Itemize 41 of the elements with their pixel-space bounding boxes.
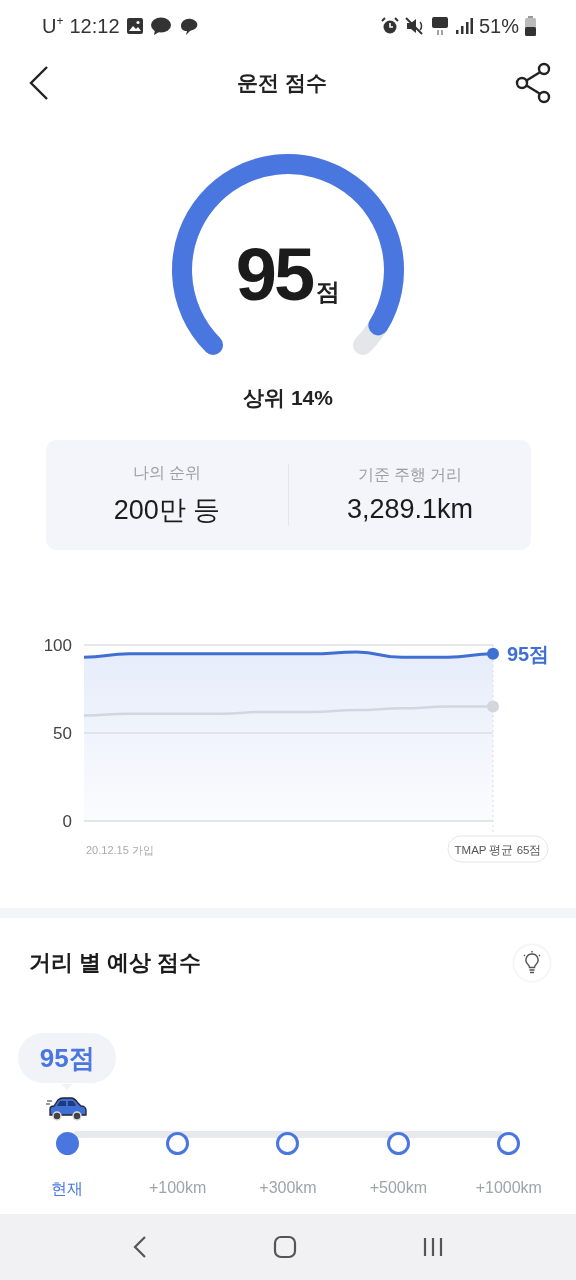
current-score-label: 95점 [507,642,550,665]
signal-icon [454,17,473,35]
distance-step[interactable] [386,1132,410,1155]
score-value: 95 [235,232,313,317]
chevron-left-icon [132,1235,149,1259]
y-tick-label: 50 [53,724,72,743]
stat-value: 3,289.1km [346,494,474,525]
step-label: +500km [369,1179,428,1197]
alarm-icon [380,17,399,35]
distance-step[interactable] [55,1132,79,1155]
end-point [487,647,499,660]
section-title: 거리 별 예상 점수 [29,949,202,977]
lightbulb-icon [522,951,542,975]
battery-percent: 51% [478,14,519,38]
y-tick-label: 0 [62,812,72,831]
tip-button[interactable] [514,945,550,981]
recent-apps-icon [421,1236,444,1258]
battery-icon [525,16,536,36]
stat-label: 기준 주행 거리 [357,465,463,485]
stat-label: 나의 순위 [132,462,202,483]
step-label: 현재 [51,1179,84,1199]
carrier-label: U$^{+}$ [42,14,64,38]
clock-time: 12:12 [69,14,120,38]
image-icon [125,17,144,35]
page-title: 운전 점수 [237,70,327,96]
stat-value: 200만 등 [113,493,221,527]
step-label: +300km [259,1179,317,1197]
y-tick-label: 100 [43,636,72,655]
score-unit: 점 [316,277,341,307]
distance-step[interactable] [276,1132,300,1155]
step-label: +1000km [475,1179,542,1197]
chat-bubble-icon [149,17,172,35]
start-date-label: 20.12.15 가입 [86,844,154,856]
home-icon [273,1235,297,1259]
distance-step[interactable] [497,1132,521,1155]
distance-step[interactable] [166,1132,190,1155]
car-icon [46,1097,89,1123]
average-badge: TMAP 평균 65점 [447,835,549,863]
mute-icon [404,17,425,35]
rank-percent: 상위 14% [243,385,333,411]
step-label: +100km [148,1179,207,1197]
